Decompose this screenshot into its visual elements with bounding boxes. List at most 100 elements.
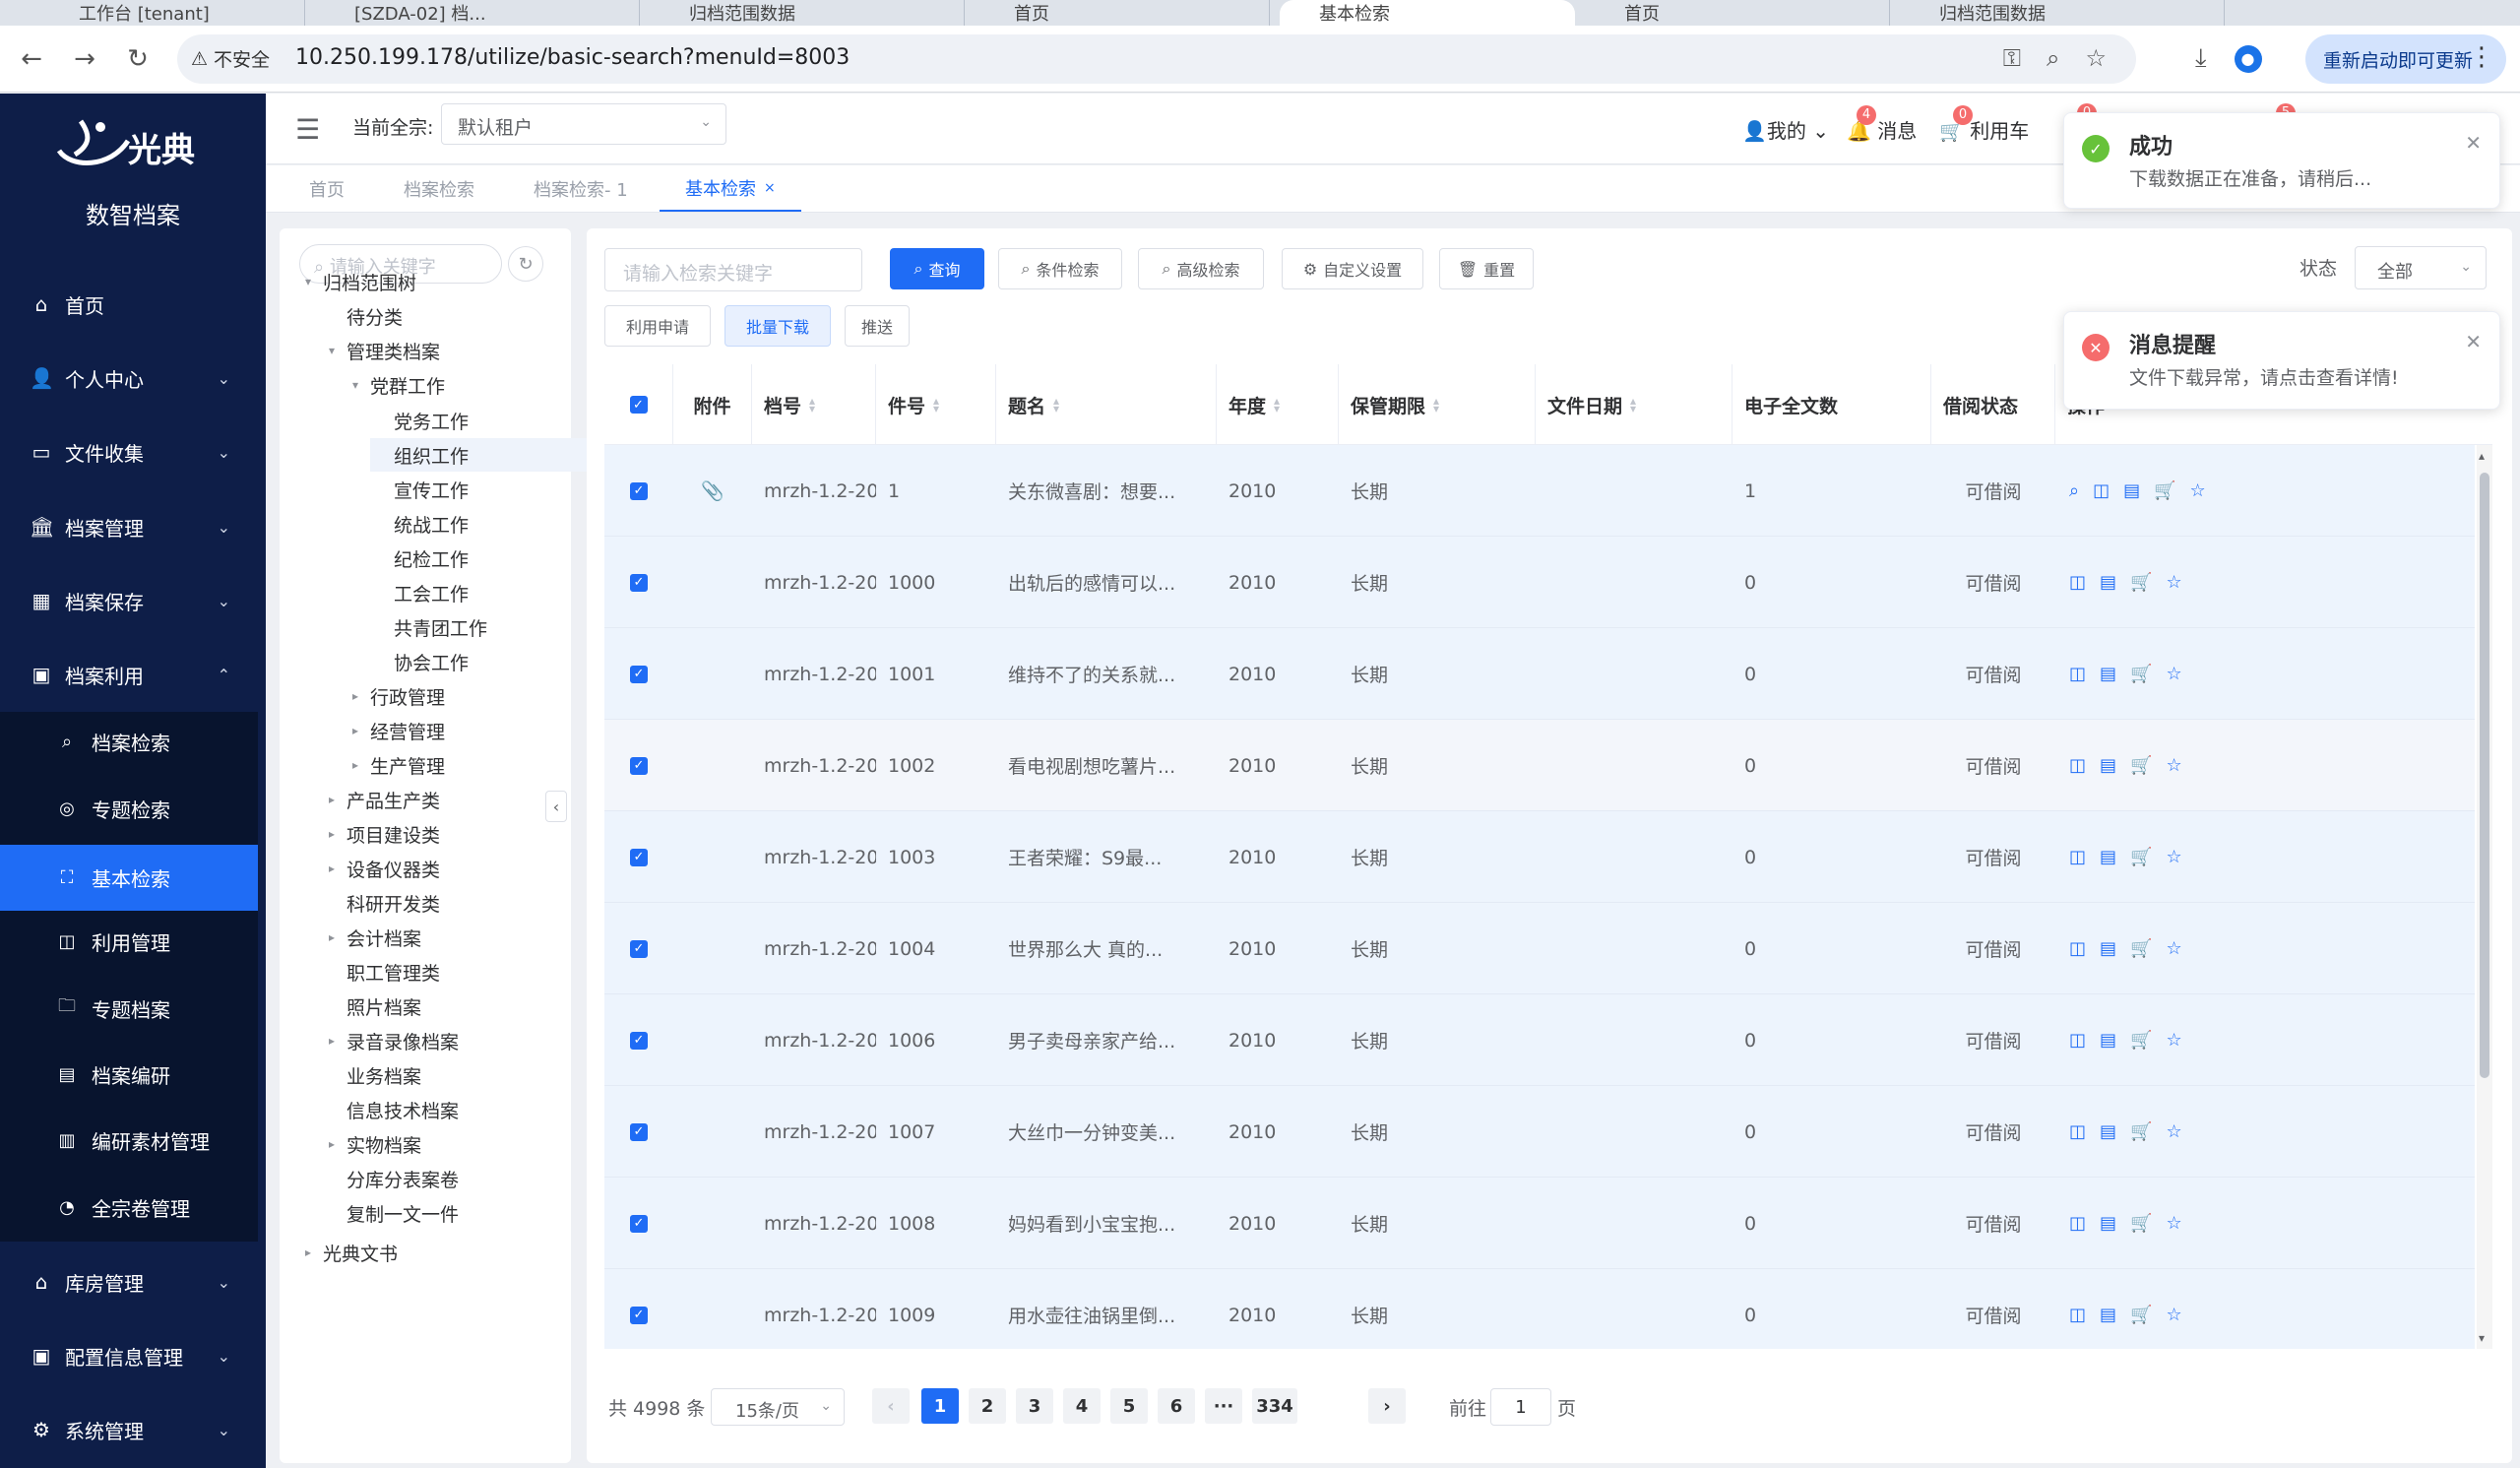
row-checkbox-cell[interactable]: ✓ xyxy=(604,628,673,720)
table-scrollbar[interactable]: ▴ ▾ xyxy=(2477,445,2492,1349)
row-checkbox-cell[interactable]: ✓ xyxy=(604,445,673,537)
close-icon[interactable]: ✕ xyxy=(2465,131,2482,155)
menu-item-config[interactable]: ▣ 配置信息管理 ⌄ xyxy=(0,1326,266,1385)
row-checkbox-cell[interactable]: ✓ xyxy=(604,720,673,811)
table-row[interactable]: ✓ mrzh-1.2-2010-2-b... 1000 出轨后的感情可以... 2010… xyxy=(604,537,2475,628)
document-icon[interactable]: ▤ xyxy=(2123,480,2140,501)
browser-tab[interactable]: [SZDA-02] 档... xyxy=(315,0,640,26)
reload-icon[interactable]: ↻ xyxy=(118,39,158,79)
submenu-item-basic-search[interactable]: ⛶ 基本检索 xyxy=(0,845,258,911)
use-cart-button[interactable]: 🛒 0 利用车 xyxy=(1939,105,2029,144)
cart-icon[interactable]: 🛒 xyxy=(2130,1121,2152,1142)
cart-icon[interactable]: 🛒 xyxy=(2154,480,2175,501)
page-size-select[interactable]: 15条/页 ⌄ xyxy=(711,1388,845,1426)
keyword-search-input[interactable]: 请输入检索关键字 xyxy=(604,248,862,291)
tree-node[interactable]: 组织工作 xyxy=(370,438,618,472)
notice-button[interactable]: 🔔 4 消息 xyxy=(1847,105,1917,144)
tab-archive-search-1[interactable]: 档案检索- 1 xyxy=(534,165,628,212)
custom-settings-button[interactable]: ⚙ 自定义设置 xyxy=(1282,248,1423,289)
submenu-item-fonds-volume[interactable]: ◔ 全宗卷管理 xyxy=(0,1178,258,1237)
book-icon[interactable]: ◫ xyxy=(2069,572,2086,593)
favorite-star-icon[interactable]: ☆ xyxy=(2166,938,2181,959)
table-row[interactable]: ✓ mrzh-1.2-2010-2-b... 1006 男子卖母亲家产给... 2010… xyxy=(604,994,2475,1086)
tree-node[interactable]: ▸ 实物档案 xyxy=(323,1127,421,1161)
browser-tab[interactable]: 归档范围数据 xyxy=(1900,0,2225,26)
table-row[interactable]: ✓ mrzh-1.2-2010-2-b... 1003 王者荣耀：S9最... 2010… xyxy=(604,811,2475,903)
book-icon[interactable]: ◫ xyxy=(2069,938,2086,959)
more-vert-icon[interactable]: ⋮ xyxy=(2469,42,2494,72)
cart-icon[interactable]: 🛒 xyxy=(2130,1213,2152,1234)
table-row[interactable]: ✓ mrzh-1.2-2010-2-b... 1007 大丝巾一分钟变美... 2010… xyxy=(604,1086,2475,1178)
submenu-item-material-management[interactable]: ▥ 编研素材管理 xyxy=(0,1111,258,1170)
tree-toggle-icon[interactable]: ▾ xyxy=(323,344,341,357)
relaunch-update-button[interactable]: 重新启动即可更新 ⋮ xyxy=(2305,34,2506,84)
sort-icon[interactable]: ▴ ▾ xyxy=(809,395,815,415)
tree-node[interactable]: 工会工作 xyxy=(370,576,469,609)
column-header-title[interactable]: 题名 ▴ ▾ xyxy=(996,364,1217,445)
favorite-star-icon[interactable]: ☆ xyxy=(2166,1305,2181,1325)
column-header-year[interactable]: 年度 ▴ ▾ xyxy=(1217,364,1339,445)
browser-tab[interactable]: 首页 xyxy=(1585,0,1890,26)
tree-node[interactable]: 复制一文一件 xyxy=(323,1196,459,1230)
submenu-item-topic-search[interactable]: ◎ 专题检索 xyxy=(0,779,258,838)
book-icon[interactable]: ◫ xyxy=(2069,664,2086,684)
submenu-item-archive-search[interactable]: ⌕ 档案检索 xyxy=(0,712,258,771)
table-row[interactable]: ✓ mrzh-1.2-2010-2-b... 1009 用水壶往油锅里倒... 2010… xyxy=(604,1269,2475,1349)
back-icon[interactable]: ← xyxy=(12,39,51,79)
tree-node[interactable]: ▸ 经营管理 xyxy=(346,714,445,747)
cart-icon[interactable]: 🛒 xyxy=(2130,938,2152,959)
tree-node[interactable]: 统战工作 xyxy=(370,507,469,541)
page-number[interactable]: 5 xyxy=(1110,1388,1148,1424)
document-icon[interactable]: ▤ xyxy=(2100,755,2116,776)
security-indicator[interactable]: ⚠ 不安全 xyxy=(191,45,270,72)
browser-tab[interactable]: 首页 xyxy=(975,0,1270,26)
document-icon[interactable]: ▤ xyxy=(2100,1305,2116,1325)
book-icon[interactable]: ◫ xyxy=(2069,755,2086,776)
tree-node[interactable]: ▸ 光典文书 xyxy=(299,1236,398,1269)
tree-toggle-icon[interactable]: ▸ xyxy=(323,1034,341,1048)
tree-node[interactable]: ▸ 生产管理 xyxy=(346,748,445,782)
favorite-star-icon[interactable]: ☆ xyxy=(2190,480,2206,501)
tab-home[interactable]: 首页 xyxy=(309,165,345,212)
tree-toggle-icon[interactable]: ▸ xyxy=(323,1137,341,1151)
tree-node[interactable]: ▸ 会计档案 xyxy=(323,921,421,954)
menu-item-home[interactable]: ⌂ 首页 xyxy=(0,275,266,334)
address-bar[interactable]: ⚠ 不安全 10.250.199.178/utilize/basic-searc… xyxy=(177,34,2136,84)
cart-icon[interactable]: 🛒 xyxy=(2130,755,2152,776)
cart-icon[interactable]: 🛒 xyxy=(2130,664,2152,684)
favorite-star-icon[interactable]: ☆ xyxy=(2166,755,2181,776)
tree-toggle-icon[interactable]: ▸ xyxy=(346,689,364,703)
scrollbar-thumb[interactable] xyxy=(2480,473,2489,1078)
row-checkbox-cell[interactable]: ✓ xyxy=(604,903,673,994)
tree-node[interactable]: 信息技术档案 xyxy=(323,1093,459,1126)
menu-item-personal-center[interactable]: 👤 个人中心 ⌄ xyxy=(0,349,266,408)
tree-node[interactable]: 协会工作 xyxy=(370,645,469,678)
book-icon[interactable]: ◫ xyxy=(2093,480,2110,501)
tree-toggle-icon[interactable]: ▸ xyxy=(346,758,364,772)
sort-icon[interactable]: ▴ ▾ xyxy=(933,395,939,415)
zoom-icon[interactable]: ⌕ xyxy=(2047,44,2059,72)
select-all-checkbox-cell[interactable]: ✓ xyxy=(604,364,673,445)
tree-toggle-icon[interactable]: ▸ xyxy=(346,724,364,737)
favorite-star-icon[interactable]: ☆ xyxy=(2166,664,2181,684)
tree-node[interactable]: 宣传工作 xyxy=(370,473,469,506)
page-number[interactable]: 4 xyxy=(1063,1388,1101,1424)
document-icon[interactable]: ▤ xyxy=(2100,664,2116,684)
status-select[interactable]: 全部 ⌄ xyxy=(2355,246,2487,289)
tree-node[interactable]: 分库分表案卷 xyxy=(323,1162,459,1195)
apply-use-button[interactable]: 利用申请 xyxy=(604,305,711,347)
table-row[interactable]: ✓ mrzh-1.2-2010-2-b... 1002 看电视剧想吃薯片... 2010… xyxy=(604,720,2475,811)
row-checkbox-cell[interactable]: ✓ xyxy=(604,1086,673,1178)
view-icon[interactable]: ⌕ xyxy=(2069,480,2079,501)
cart-icon[interactable]: 🛒 xyxy=(2130,1305,2152,1325)
tree-node[interactable]: 共青团工作 xyxy=(370,610,487,644)
scroll-down-icon[interactable]: ▾ xyxy=(2479,1331,2485,1345)
tree-node[interactable]: ▸ 行政管理 xyxy=(346,679,445,713)
column-header-item-number[interactable]: 件号 ▴ ▾ xyxy=(876,364,996,445)
error-toast[interactable]: ✕ 消息提醒 文件下载异常，请点击查看详情! ✕ xyxy=(2063,311,2500,410)
book-icon[interactable]: ◫ xyxy=(2069,847,2086,867)
submenu-item-archive-compile[interactable]: ▤ 档案编研 xyxy=(0,1045,258,1104)
tree-toggle-icon[interactable]: ▸ xyxy=(323,930,341,944)
collapse-panel-button[interactable]: ‹ xyxy=(545,791,567,822)
page-number[interactable]: 1 xyxy=(921,1388,959,1424)
